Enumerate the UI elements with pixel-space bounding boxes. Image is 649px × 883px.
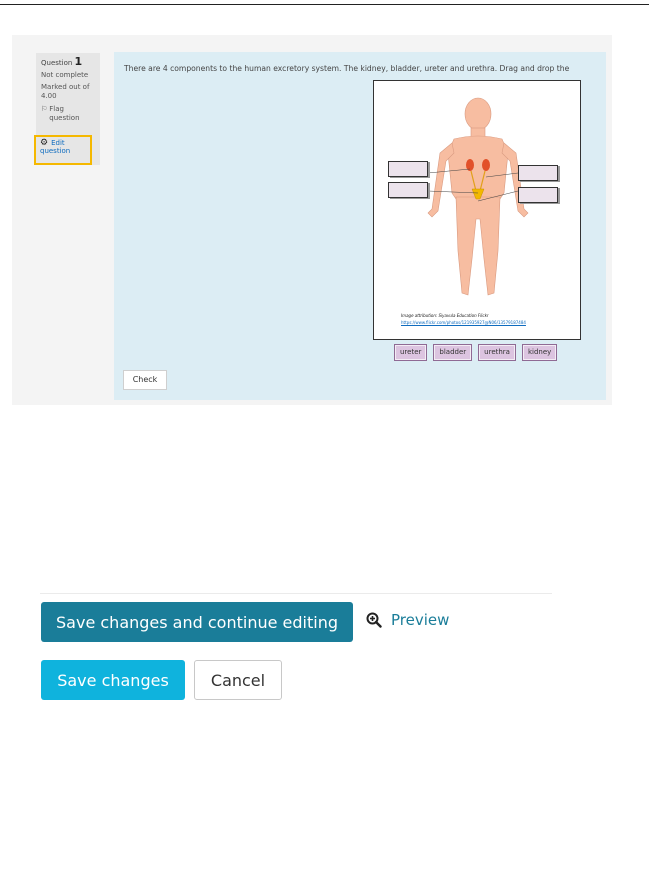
flag-icon: ⚐ — [41, 105, 48, 113]
divider — [40, 593, 552, 594]
drop-zone[interactable] — [518, 187, 558, 203]
question-content: There are 4 components to the human excr… — [114, 52, 606, 400]
edit-question-link[interactable]: ⚙ Edit question — [34, 135, 92, 165]
top-rule — [0, 0, 649, 5]
cancel-button[interactable]: Cancel — [194, 660, 282, 700]
save-and-continue-button[interactable]: Save changes and continue editing — [41, 602, 353, 642]
save-button[interactable]: Save changes — [41, 660, 185, 700]
image-attribution: Image attribution: Siyavula Education Fl… — [401, 313, 489, 318]
drop-zone[interactable] — [388, 182, 428, 198]
flag-question-link[interactable]: ⚐ Flag question — [41, 105, 95, 123]
drag-item-ureter[interactable]: ureter — [394, 344, 428, 361]
question-number: Question 1 — [41, 55, 83, 68]
drop-zone[interactable] — [388, 161, 428, 177]
check-button[interactable]: Check — [123, 370, 167, 390]
drop-zone[interactable] — [518, 165, 558, 181]
question-state: Not complete — [41, 71, 89, 79]
flag-question-label: Flag question — [49, 105, 80, 122]
question-text: There are 4 components to the human excr… — [124, 64, 570, 73]
zoom-in-icon — [366, 612, 382, 628]
drag-item-kidney[interactable]: kidney — [521, 344, 558, 361]
preview-link[interactable]: Preview — [366, 611, 449, 629]
image-attribution-link[interactable]: https://www.flickr.com/photos/121935927@… — [401, 320, 526, 325]
drag-item-urethra[interactable]: urethra — [478, 344, 516, 361]
question-grade: Marked out of 4.00 — [41, 83, 90, 100]
excretory-system-diagram: Image attribution: Siyavula Education Fl… — [373, 80, 581, 340]
preview-label: Preview — [391, 611, 450, 629]
drag-item-bladder[interactable]: bladder — [433, 344, 473, 361]
drag-choices: ureter bladder urethra kidney — [394, 344, 558, 361]
